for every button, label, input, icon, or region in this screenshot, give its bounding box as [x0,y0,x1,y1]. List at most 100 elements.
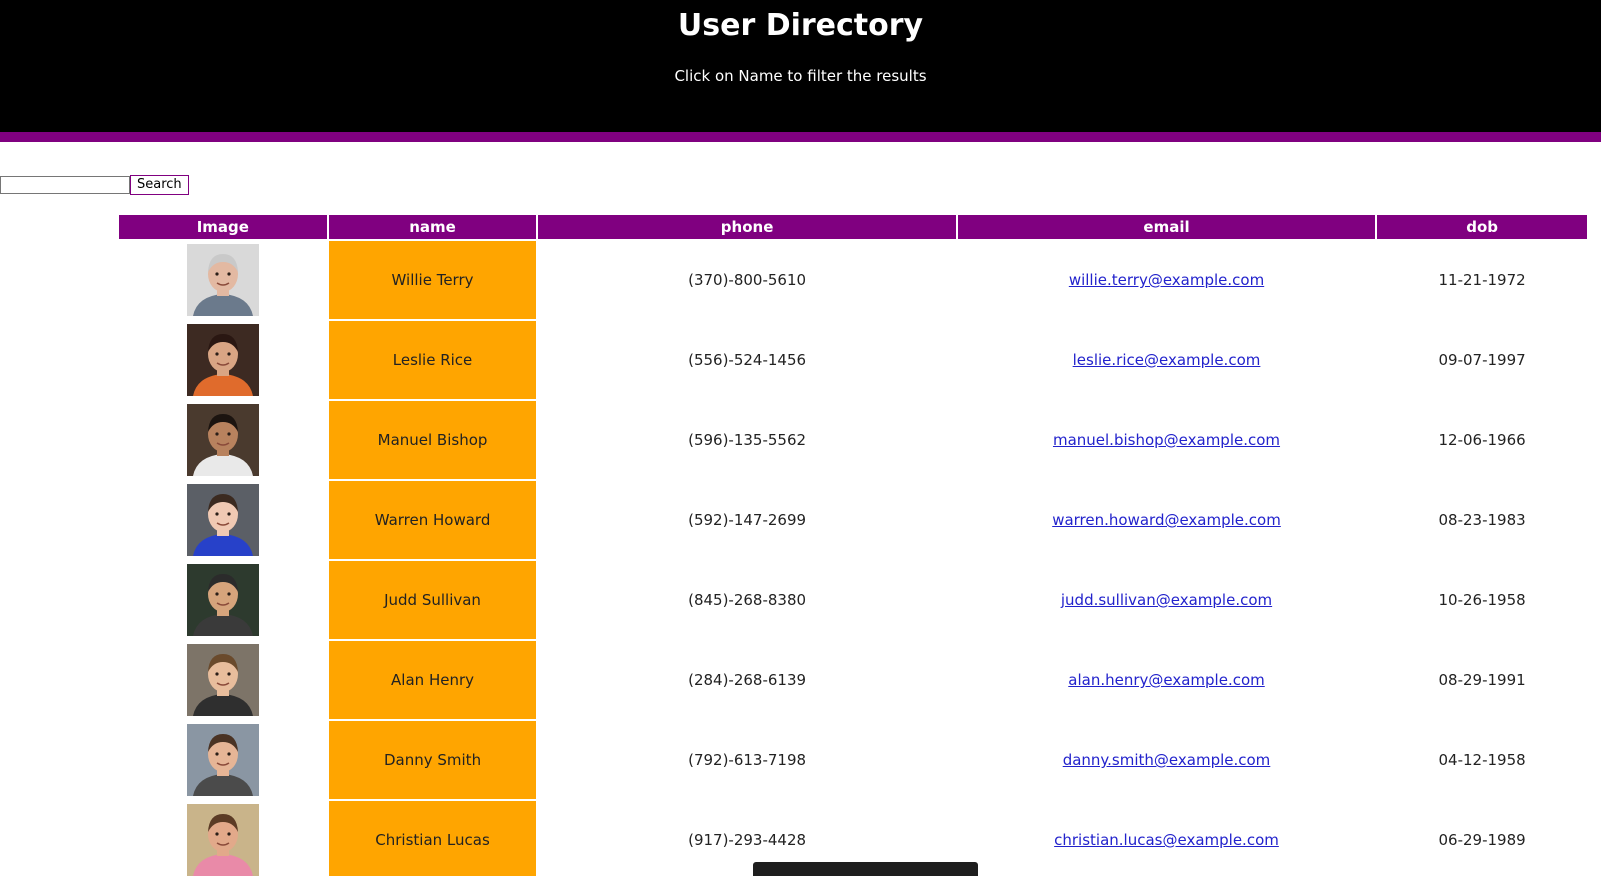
page-header: User Directory Click on Name to filter t… [0,0,1601,142]
email-cell: leslie.rice@example.com [958,321,1375,399]
avatar [186,404,259,476]
name-cell[interactable]: Manuel Bishop [328,401,537,479]
avatar-portrait [186,404,259,476]
avatar-eye [227,832,231,836]
name-cell[interactable]: Judd Sullivan [328,561,537,639]
avatar-portrait [186,244,259,316]
email-cell: danny.smith@example.com [958,721,1375,799]
table-row: Judd Sullivan (845)-268-8380 judd.sulliv… [119,561,1587,639]
avatar [186,644,259,716]
image-cell [119,241,327,319]
dob-cell: 08-23-1983 [1438,511,1526,529]
email-cell: willie.terry@example.com [958,241,1375,319]
image-cell [119,801,327,876]
phone-cell: (370)-800-5610 [688,271,807,289]
column-header-name[interactable]: name [328,215,537,239]
name-cell[interactable]: Alan Henry [328,641,537,719]
dob-cell: 09-07-1997 [1438,351,1526,369]
name-cell[interactable]: Christian Lucas [328,801,537,876]
table-row: Warren Howard (592)-147-2699 warren.howa… [119,481,1587,559]
table-row: Leslie Rice (556)-524-1456 leslie.rice@e… [119,321,1587,399]
avatar [186,324,259,396]
email-link[interactable]: judd.sullivan@example.com [1061,591,1272,609]
avatar-eye [227,432,231,436]
page-subtitle: Click on Name to filter the results [674,67,927,85]
dob-cell: 11-21-1972 [1438,271,1526,289]
avatar-eye [227,272,231,276]
avatar-eye [227,592,231,596]
email-link[interactable]: christian.lucas@example.com [1054,831,1279,849]
image-cell [119,561,327,639]
table-row: Alan Henry (284)-268-6139 alan.henry@exa… [119,641,1587,719]
image-cell [119,401,327,479]
image-cell [119,641,327,719]
dob-cell: 06-29-1989 [1438,831,1526,849]
avatar [186,564,259,636]
email-link[interactable]: danny.smith@example.com [1063,751,1271,769]
email-cell: manuel.bishop@example.com [958,401,1375,479]
phone-cell: (792)-613-7198 [688,751,807,769]
avatar-portrait [186,564,259,636]
avatar-eye [227,752,231,756]
email-link[interactable]: willie.terry@example.com [1069,271,1264,289]
phone-cell: (592)-147-2699 [688,511,807,529]
search-button[interactable]: Search [130,175,189,195]
name-cell[interactable]: Danny Smith [328,721,537,799]
dob-cell: 12-06-1966 [1438,431,1526,449]
dob-cell: 08-29-1991 [1438,671,1526,689]
toast-popup [753,862,978,876]
avatar [186,804,259,876]
avatar-portrait [186,724,259,796]
email-link[interactable]: warren.howard@example.com [1052,511,1281,529]
page-title: User Directory [677,8,924,43]
image-cell [119,721,327,799]
email-link[interactable]: leslie.rice@example.com [1073,351,1261,369]
table-header-row: Image name phone email dob [119,215,1587,239]
column-header-dob[interactable]: dob [1377,215,1587,239]
avatar [186,484,259,556]
phone-cell: (596)-135-5562 [688,431,807,449]
email-link[interactable]: manuel.bishop@example.com [1053,431,1280,449]
avatar-portrait [186,484,259,556]
avatar [186,244,259,316]
email-cell: warren.howard@example.com [958,481,1375,559]
table-body: Willie Terry (370)-800-5610 willie.terry… [119,241,1587,876]
email-cell: alan.henry@example.com [958,641,1375,719]
avatar-eye [215,672,219,676]
avatar-eye [227,512,231,516]
phone-cell: (556)-524-1456 [688,351,807,369]
avatar-eye [227,352,231,356]
avatar [186,724,259,796]
avatar-eye [215,832,219,836]
email-cell: judd.sullivan@example.com [958,561,1375,639]
name-cell[interactable]: Warren Howard [328,481,537,559]
search-bar: Search [0,175,189,195]
avatar-eye [215,352,219,356]
table-row: Manuel Bishop (596)-135-5562 manuel.bish… [119,401,1587,479]
avatar-eye [215,512,219,516]
avatar-eye [215,272,219,276]
email-link[interactable]: alan.henry@example.com [1068,671,1264,689]
search-input[interactable] [0,176,130,194]
avatar-eye [215,592,219,596]
table-row: Willie Terry (370)-800-5610 willie.terry… [119,241,1587,319]
column-header-image[interactable]: Image [119,215,327,239]
table-row: Danny Smith (792)-613-7198 danny.smith@e… [119,721,1587,799]
avatar-eye [227,672,231,676]
avatar-eye [215,752,219,756]
name-cell[interactable]: Willie Terry [328,241,537,319]
column-header-phone[interactable]: phone [538,215,956,239]
image-cell [119,481,327,559]
dob-cell: 04-12-1958 [1438,751,1526,769]
column-header-email[interactable]: email [957,215,1376,239]
phone-cell: (845)-268-8380 [688,591,807,609]
avatar-portrait [186,644,259,716]
user-table: Image name phone email dob Willie Terry … [117,213,1589,876]
avatar-portrait [186,804,259,876]
phone-cell: (284)-268-6139 [688,671,807,689]
image-cell [119,321,327,399]
avatar-portrait [186,324,259,396]
avatar-eye [215,432,219,436]
dob-cell: 10-26-1958 [1438,591,1526,609]
name-cell[interactable]: Leslie Rice [328,321,537,399]
